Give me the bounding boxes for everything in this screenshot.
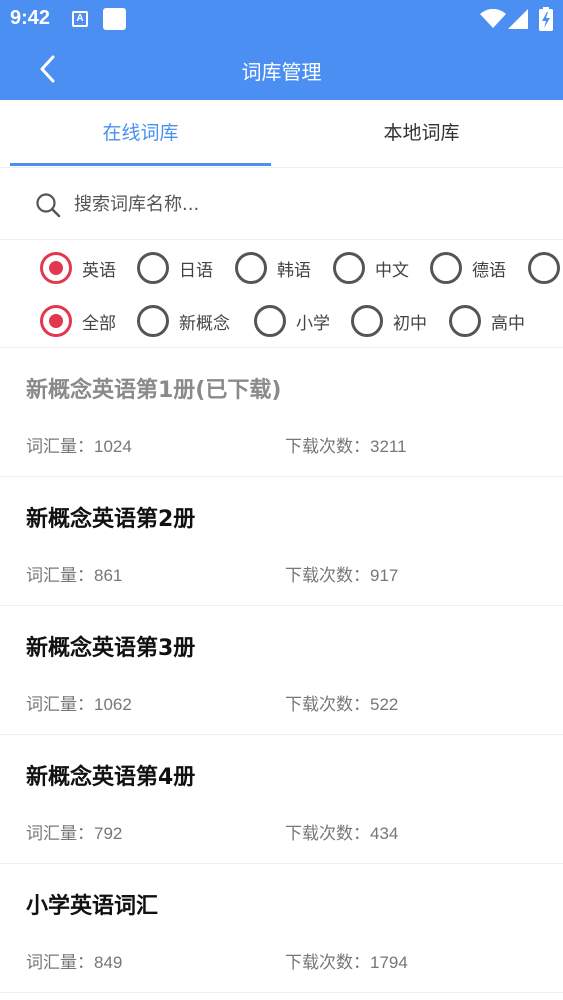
item-title: 新概念英语第2册 (26, 507, 196, 532)
word-count-value: 1062 (94, 695, 132, 714)
cellular-signal-icon (508, 9, 528, 29)
radio-circle (351, 305, 383, 337)
download-count: 下载次数：917 (285, 561, 398, 586)
status-time: 9:42 (10, 7, 51, 29)
word-count-value: 1024 (94, 437, 132, 456)
radio-chinese[interactable]: 中文 (333, 251, 409, 285)
list-item[interactable]: 新概念英语第4册 词汇量：792 下载次数：434 (0, 735, 563, 864)
level-filter: 全部 新概念 小学 初中 高中 (0, 296, 563, 346)
radio-german[interactable]: 德语 (430, 251, 506, 285)
page-title: 词库管理 (241, 60, 322, 84)
radio-circle (40, 252, 72, 284)
word-count: 词汇量：861 (26, 561, 122, 586)
download-count: 下载次数：434 (285, 819, 398, 844)
list-item[interactable]: 小学英语词汇 词汇量：849 下载次数：1794 (0, 864, 563, 993)
item-title: 新概念英语第3册 (26, 636, 196, 661)
tab-online-library[interactable]: 在线词库 (0, 100, 281, 167)
tab-local-library[interactable]: 本地词库 (281, 100, 562, 167)
radio-circle (430, 252, 462, 284)
status-bar: 9:42 A (0, 0, 563, 38)
word-count-label: 词汇量： (26, 437, 94, 456)
word-count: 词汇量：792 (26, 819, 122, 844)
list-item[interactable]: 新概念英语第1册(已下载) 词汇量：1024 下载次数：3211 (0, 348, 563, 477)
radio-korean[interactable]: 韩语 (235, 251, 311, 285)
download-count-value: 522 (370, 695, 399, 714)
word-count: 词汇量：849 (26, 948, 122, 973)
header-background: 9:42 A 词库管理 (0, 0, 563, 100)
download-count-label: 下载次数： (285, 824, 370, 843)
radio-label: 高中 (491, 313, 525, 334)
radio-new-concept[interactable]: 新概念 (137, 304, 230, 338)
word-count: 词汇量：1062 (26, 690, 132, 715)
radio-english[interactable]: 英语 (40, 251, 116, 285)
notification-square-icon (103, 8, 126, 30)
download-count-label: 下载次数： (285, 953, 370, 972)
radio-label: 日语 (179, 260, 213, 281)
radio-senior-high[interactable]: 高中 (449, 304, 525, 338)
radio-label: 新概念 (179, 313, 230, 334)
list-item[interactable]: 新概念英语第3册 词汇量：1062 下载次数：522 (0, 606, 563, 735)
radio-primary-school[interactable]: 小学 (254, 304, 330, 338)
word-count-label: 词汇量： (26, 953, 94, 972)
search-icon (36, 193, 61, 218)
vocabulary-list: 新概念英语第1册(已下载) 词汇量：1024 下载次数：3211 新概念英语第2… (0, 348, 563, 993)
word-count: 词汇量：1024 (26, 432, 132, 457)
language-filter: 英语 日语 韩语 中文 德语 (0, 243, 563, 293)
radio-label: 小学 (296, 313, 330, 334)
radio-label: 韩语 (277, 260, 311, 281)
word-count-value: 792 (94, 824, 123, 843)
radio-label: 中文 (375, 260, 409, 281)
item-title: 新概念英语第1册(已下载) (26, 378, 282, 403)
radio-circle (235, 252, 267, 284)
radio-circle (528, 252, 560, 284)
item-title: 新概念英语第4册 (26, 765, 196, 790)
download-count-label: 下载次数： (285, 566, 370, 585)
radio-junior-high[interactable]: 初中 (351, 304, 427, 338)
wifi-icon (480, 9, 506, 28)
download-count-value: 434 (370, 824, 399, 843)
download-count: 下载次数：1794 (285, 948, 408, 973)
list-item[interactable]: 新概念英语第2册 词汇量：861 下载次数：917 (0, 477, 563, 606)
radio-circle (40, 305, 72, 337)
word-count-value: 849 (94, 953, 123, 972)
battery-icon (539, 7, 553, 31)
download-count-value: 1794 (370, 953, 408, 972)
radio-circle (137, 305, 169, 337)
download-count-value: 3211 (370, 437, 407, 456)
radio-more-languages[interactable] (528, 251, 563, 285)
search-input[interactable] (74, 186, 534, 222)
radio-label: 初中 (393, 313, 427, 334)
radio-circle (449, 305, 481, 337)
download-count-label: 下载次数： (285, 437, 370, 456)
radio-circle (137, 252, 169, 284)
download-count-value: 917 (370, 566, 399, 585)
download-count-label: 下载次数： (285, 695, 370, 714)
word-count-label: 词汇量： (26, 695, 94, 714)
word-count-label: 词汇量： (26, 566, 94, 585)
item-title: 小学英语词汇 (26, 894, 159, 919)
radio-label: 全部 (82, 313, 116, 334)
word-count-label: 词汇量： (26, 824, 94, 843)
radio-japanese[interactable]: 日语 (137, 251, 213, 285)
app-bar: 词库管理 (0, 38, 563, 100)
radio-label: 德语 (472, 260, 506, 281)
download-count: 下载次数：522 (285, 690, 398, 715)
download-count: 下载次数：3211 (285, 432, 407, 457)
search-bar (0, 168, 563, 240)
radio-label: 英语 (82, 260, 116, 281)
tab-bar: 在线词库 本地词库 (0, 100, 563, 168)
active-tab-indicator (10, 163, 271, 166)
radio-all[interactable]: 全部 (40, 304, 116, 338)
notification-a-icon: A (72, 11, 88, 27)
radio-circle (254, 305, 286, 337)
radio-circle (333, 252, 365, 284)
word-count-value: 861 (94, 566, 123, 585)
